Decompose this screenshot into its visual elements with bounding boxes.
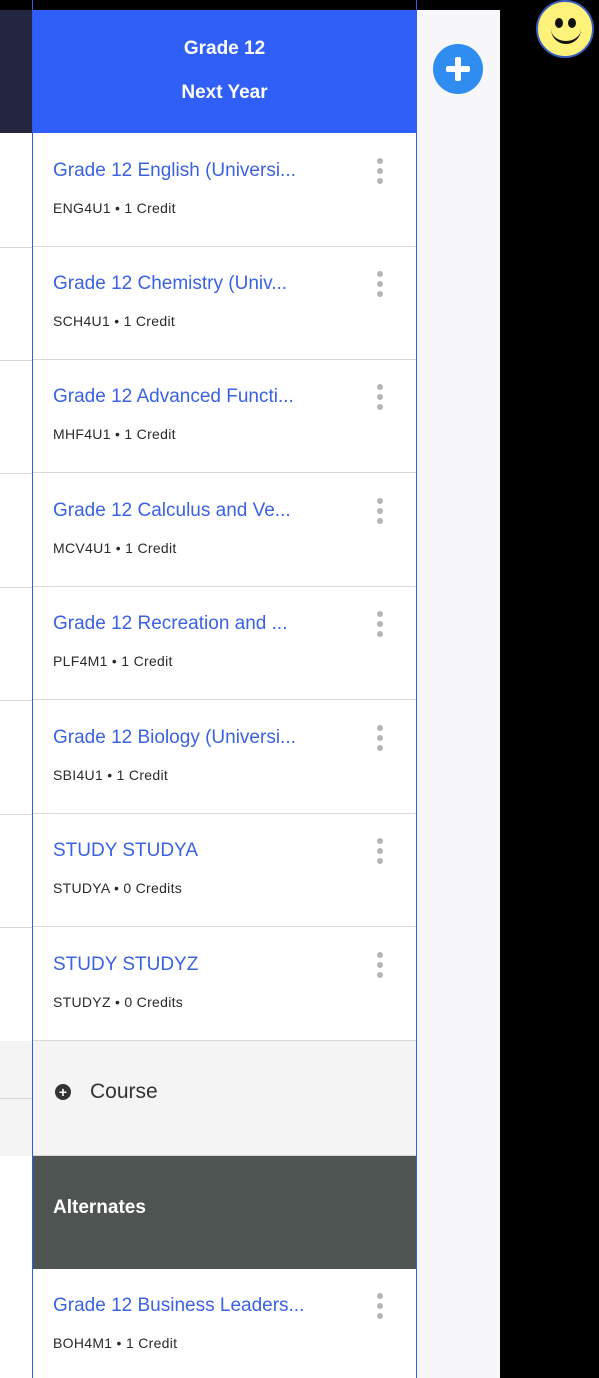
add-course-button[interactable]: + Course <box>33 1041 416 1156</box>
course-item[interactable]: Grade 12 Calculus and Ve... MCV4U1 • 1 C… <box>33 474 416 587</box>
more-vertical-icon[interactable] <box>373 836 387 870</box>
more-vertical-icon[interactable] <box>373 950 387 984</box>
course-meta: SBI4U1 • 1 Credit <box>53 767 169 783</box>
course-item[interactable]: Grade 12 Advanced Functi... MHF4U1 • 1 C… <box>33 360 416 473</box>
course-name[interactable]: Grade 12 Recreation and ... <box>53 613 353 635</box>
alternates-label: Alternates <box>53 1197 146 1218</box>
course-meta: STUDYZ • 0 Credits <box>53 994 184 1010</box>
previous-grade-header <box>0 10 33 133</box>
course-name[interactable]: STUDY STUDYA <box>53 840 353 862</box>
smiley-icon <box>536 0 594 58</box>
more-vertical-icon[interactable] <box>373 1291 387 1325</box>
course-item[interactable]: Grade 12 Recreation and ... PLF4M1 • 1 C… <box>33 587 416 700</box>
course-meta: STUDYA • 0 Credits <box>53 880 183 896</box>
plus-circle-icon: + <box>55 1084 71 1100</box>
course-name[interactable]: Grade 12 Business Leaders... <box>53 1295 353 1317</box>
previous-grade-column <box>0 0 33 1378</box>
course-name[interactable]: Grade 12 Chemistry (Univ... <box>53 273 353 295</box>
course-item[interactable]: Grade 12 Biology (Universi... SBI4U1 • 1… <box>33 701 416 814</box>
course-name[interactable]: STUDY STUDYZ <box>53 954 353 976</box>
course-meta: MCV4U1 • 1 Credit <box>53 540 177 556</box>
alternate-course-item[interactable]: Grade 12 Business Leaders... BOH4M1 • 1 … <box>33 1269 416 1378</box>
grade-header: Grade 12 Next Year <box>33 10 416 133</box>
course-name[interactable]: Grade 12 Calculus and Ve... <box>53 500 353 522</box>
more-vertical-icon[interactable] <box>373 496 387 530</box>
grade-title: Grade 12 <box>183 38 266 59</box>
course-meta: PLF4M1 • 1 Credit <box>53 653 173 669</box>
add-course-label: Course <box>90 1080 158 1103</box>
course-meta: ENG4U1 • 1 Credit <box>53 200 176 216</box>
more-vertical-icon[interactable] <box>373 269 387 303</box>
grade-subtitle: Next Year <box>181 82 268 103</box>
grade-12-column: Grade 12 Next Year Grade 12 English (Uni… <box>32 0 417 1378</box>
more-vertical-icon[interactable] <box>373 156 387 190</box>
course-name[interactable]: Grade 12 Biology (Universi... <box>53 727 353 749</box>
add-term-button[interactable] <box>433 44 483 94</box>
course-name[interactable]: Grade 12 English (Universi... <box>53 160 353 182</box>
course-item[interactable]: STUDY STUDYA STUDYA • 0 Credits <box>33 814 416 927</box>
course-item[interactable]: Grade 12 Chemistry (Univ... SCH4U1 • 1 C… <box>33 247 416 360</box>
add-term-pane <box>417 0 500 1378</box>
course-meta: SCH4U1 • 1 Credit <box>53 313 176 329</box>
course-item[interactable]: Grade 12 English (Universi... ENG4U1 • 1… <box>33 134 416 247</box>
course-name[interactable]: Grade 12 Advanced Functi... <box>53 386 353 408</box>
alternates-header: Alternates <box>33 1156 416 1269</box>
more-vertical-icon[interactable] <box>373 609 387 643</box>
course-meta: MHF4U1 • 1 Credit <box>53 426 176 442</box>
more-vertical-icon[interactable] <box>373 723 387 757</box>
more-vertical-icon[interactable] <box>373 382 387 416</box>
course-item[interactable]: STUDY STUDYZ STUDYZ • 0 Credits <box>33 928 416 1041</box>
course-meta: BOH4M1 • 1 Credit <box>53 1335 178 1351</box>
